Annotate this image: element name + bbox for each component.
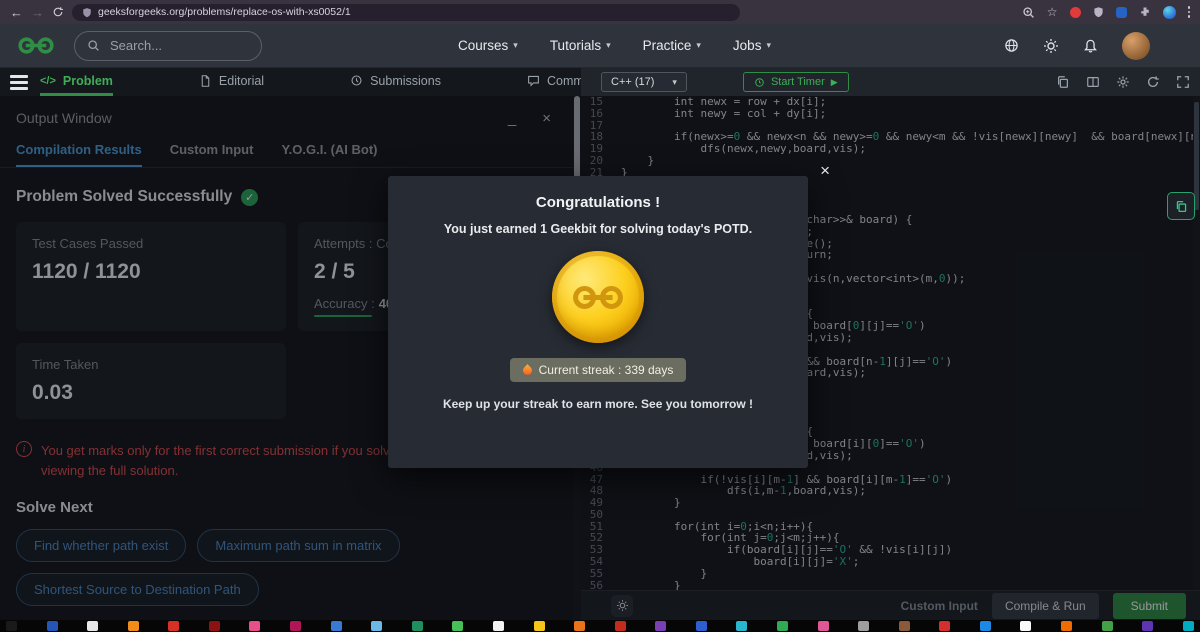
site-header: Courses▾ Tutorials▾ Practice▾ Jobs▾ xyxy=(0,24,1200,68)
taskbar-icon[interactable] xyxy=(574,621,586,631)
bookmark-star-icon[interactable]: ☆ xyxy=(1047,6,1058,18)
taskbar-icon[interactable] xyxy=(87,621,99,631)
taskbar-icon[interactable] xyxy=(1061,621,1073,631)
taskbar-icon[interactable] xyxy=(290,621,302,631)
notifications-bell-icon[interactable] xyxy=(1083,38,1098,54)
url-text: geeksforgeeks.org/problems/replace-os-wi… xyxy=(98,6,351,18)
tab-submissions[interactable]: Submissions xyxy=(350,68,441,96)
taskbar-icon[interactable] xyxy=(127,621,139,631)
chevron-down-icon: ▾ xyxy=(672,76,677,87)
play-icon: ▶ xyxy=(830,76,838,87)
modal-close-icon[interactable]: × xyxy=(820,162,830,179)
fullscreen-icon[interactable] xyxy=(1176,75,1190,89)
taskbar-icon[interactable] xyxy=(1142,621,1154,631)
comment-icon xyxy=(528,75,539,87)
chevron-down-icon: ▾ xyxy=(513,40,518,50)
nav-jobs[interactable]: Jobs ▾ xyxy=(733,38,771,53)
browser-actions: ☆ xyxy=(1022,5,1190,19)
forward-icon[interactable]: → xyxy=(31,6,44,19)
taskbar-icon[interactable] xyxy=(898,621,910,631)
taskbar-icon[interactable] xyxy=(695,621,707,631)
taskbar-icon[interactable] xyxy=(168,621,180,631)
code-icon: </> xyxy=(40,74,56,87)
search-icon xyxy=(88,40,99,51)
reset-code-icon[interactable] xyxy=(1146,75,1160,89)
taskbar-icon[interactable] xyxy=(614,621,626,631)
layout-columns-icon[interactable] xyxy=(1086,75,1100,89)
taskbar-icon[interactable] xyxy=(1101,621,1113,631)
fire-icon xyxy=(520,363,534,377)
chevron-down-icon: ▾ xyxy=(766,40,771,50)
user-avatar[interactable] xyxy=(1122,31,1150,60)
taskbar xyxy=(0,620,1200,632)
nav-practice[interactable]: Practice ▾ xyxy=(643,38,701,53)
taskbar-icon[interactable] xyxy=(858,621,870,631)
gfg-logo[interactable] xyxy=(16,36,56,55)
main-nav: Courses ▾ Tutorials ▾ Practice ▾ Jobs ▾ xyxy=(458,38,771,53)
url-bar[interactable]: geeksforgeeks.org/problems/replace-os-wi… xyxy=(72,3,740,21)
problem-tabs: </> Problem Editorial Submissions Commen… xyxy=(40,68,607,96)
taskbar-icon[interactable] xyxy=(208,621,220,631)
modal-message: You just earned 1 Geekbit for solving to… xyxy=(443,222,753,236)
taskbar-icon[interactable] xyxy=(817,621,829,631)
taskbar-icon[interactable] xyxy=(1182,621,1194,631)
taskbar-icon[interactable] xyxy=(533,621,545,631)
taskbar-icon[interactable] xyxy=(330,621,342,631)
browser-toolbar: ← → geeksforgeeks.org/problems/replace-o… xyxy=(0,0,1200,24)
chevron-down-icon: ▾ xyxy=(696,40,701,50)
taskbar-icon[interactable] xyxy=(736,621,748,631)
shield-icon xyxy=(83,7,91,17)
timer-icon xyxy=(755,77,764,87)
taskbar-icon[interactable] xyxy=(6,621,17,631)
copy-icon[interactable] xyxy=(1056,75,1070,89)
profile-sphere-icon[interactable] xyxy=(1162,5,1176,19)
taskbar-icon[interactable] xyxy=(939,621,951,631)
extension-icon-blue[interactable] xyxy=(1115,6,1127,18)
tab-editorial[interactable]: Editorial xyxy=(199,68,264,96)
theme-sun-icon[interactable] xyxy=(1043,38,1059,54)
copy-icon xyxy=(1176,200,1186,212)
back-icon[interactable]: ← xyxy=(10,6,23,19)
taskbar-icon[interactable] xyxy=(249,621,261,631)
editor-header-icons xyxy=(1056,75,1190,89)
geekbit-coin xyxy=(552,251,644,343)
taskbar-icon[interactable] xyxy=(655,621,667,631)
site-search[interactable] xyxy=(74,30,262,61)
modal-footer-text: Keep up your streak to earn more. See yo… xyxy=(442,397,754,411)
lock-extension-icon[interactable] xyxy=(1093,6,1104,18)
taskbar-icon[interactable] xyxy=(776,621,788,631)
taskbar-icon[interactable] xyxy=(1020,621,1032,631)
tab-problem[interactable]: </> Problem xyxy=(40,68,113,96)
streak-text: Current streak : 339 days xyxy=(538,363,674,377)
start-timer-button[interactable]: Start Timer ▶ xyxy=(742,72,849,92)
nav-courses[interactable]: Courses ▾ xyxy=(458,38,518,53)
taskbar-icon[interactable] xyxy=(371,621,383,631)
streak-badge: Current streak : 339 days xyxy=(509,358,687,382)
screen: ← → geeksforgeeks.org/problems/replace-o… xyxy=(0,0,1200,632)
nav-tutorials[interactable]: Tutorials ▾ xyxy=(550,38,611,53)
menu-icon[interactable] xyxy=(10,75,28,90)
browser-menu-icon[interactable] xyxy=(1187,6,1190,18)
copy-code-widget[interactable] xyxy=(1167,192,1195,220)
puzzle-extensions-icon[interactable] xyxy=(1139,6,1151,18)
taskbar-icon[interactable] xyxy=(452,621,464,631)
search-input[interactable] xyxy=(108,37,242,54)
reload-icon[interactable] xyxy=(52,6,64,18)
zoom-icon[interactable] xyxy=(1022,6,1035,19)
document-icon xyxy=(201,74,210,87)
history-icon xyxy=(351,75,362,86)
congratulations-modal: × Congratulations ! You just earned 1 Ge… xyxy=(388,162,830,468)
taskbar-icon[interactable] xyxy=(492,621,504,631)
taskbar-icon[interactable] xyxy=(979,621,991,631)
settings-gear-icon[interactable] xyxy=(1116,75,1130,89)
taskbar-icon[interactable] xyxy=(46,621,58,631)
chevron-down-icon: ▾ xyxy=(606,40,611,50)
modal-title: Congratulations ! xyxy=(535,194,661,211)
extension-icon-red[interactable] xyxy=(1069,6,1081,18)
taskbar-icon[interactable] xyxy=(411,621,423,631)
editor-header: C++ (17) ▾ Start Timer ▶ xyxy=(581,68,1200,96)
header-icons xyxy=(1004,31,1150,60)
language-select[interactable]: C++ (17) ▾ xyxy=(601,72,687,92)
translate-icon[interactable] xyxy=(1004,38,1019,53)
